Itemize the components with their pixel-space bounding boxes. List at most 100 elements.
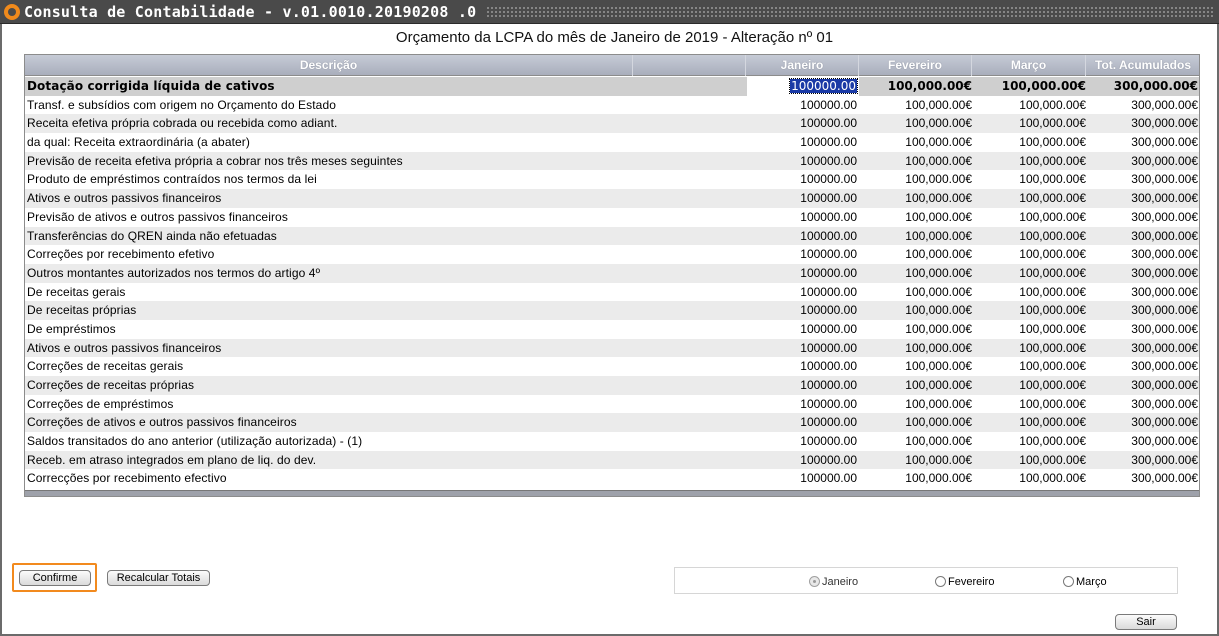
cell-descricao: Previsão de ativos e outros passivos fin… — [27, 209, 288, 224]
table-row[interactable]: Ativos e outros passivos financeiros 1000… — [25, 338, 1199, 358]
cell-tot-acumulados: 300,000.00€ — [1131, 135, 1198, 150]
cell-janeiro[interactable]: 100000.00 — [747, 301, 858, 320]
radio-fevereiro[interactable]: Fevereiro — [935, 575, 994, 589]
table-row[interactable]: Ativos e outros passivos financeiros 1000… — [25, 189, 1199, 208]
cell-fevereiro: 100,000.00€ — [905, 434, 972, 449]
cell-fevereiro: 100,000.00€ — [905, 116, 972, 131]
table-row[interactable]: De empréstimos 100000.00 100,000.00€ 100,00… — [25, 320, 1199, 339]
cell-janeiro[interactable]: 100000.00 — [747, 395, 858, 414]
table-row[interactable]: Correções de ativos e outros passivos fi… — [25, 413, 1199, 433]
column-header-janeiro[interactable]: Janeiro — [746, 55, 859, 76]
cell-janeiro[interactable]: 100000.00 — [747, 469, 858, 488]
cell-marco: 100,000.00€ — [1019, 97, 1086, 112]
table-row[interactable]: Correcções por recebimento efectivo 10000… — [25, 469, 1199, 488]
table-row[interactable]: Correções por recebimento efetivo 100000.… — [25, 245, 1199, 264]
cell-janeiro[interactable]: 100000.00 — [747, 114, 858, 133]
cell-tot-acumulados: 300,000.00€ — [1131, 284, 1198, 299]
cell-tot-acumulados: 300,000.00€ — [1131, 452, 1198, 467]
cell-janeiro[interactable]: 100000.00 — [747, 227, 858, 246]
cell-tot-acumulados: 300,000.00€ — [1131, 415, 1198, 430]
cell-fevereiro: 100,000.00€ — [905, 228, 972, 243]
cell-fevereiro: 100,000.00€ — [905, 209, 972, 224]
table-row[interactable]: Receb. em atraso integrados em plano de … — [25, 450, 1199, 470]
table-row[interactable]: Transf. e subsídios com origem no Orçame… — [25, 96, 1199, 115]
cell-janeiro[interactable]: 100000.00 — [747, 152, 858, 171]
cell-janeiro[interactable]: 100000.00 — [747, 413, 858, 432]
cell-janeiro[interactable]: 100000.00 — [747, 245, 858, 264]
table-row[interactable]: Previsão de receita efetiva própria a co… — [25, 151, 1199, 171]
cell-fevereiro: 100,000.00€ — [905, 135, 972, 150]
cell-marco: 100,000.00€ — [1019, 396, 1086, 411]
table-row[interactable]: Previsão de ativos e outros passivos fin… — [25, 208, 1199, 227]
table-row[interactable]: da qual: Receita extraordinária (a abate… — [25, 133, 1199, 152]
column-header-tot-acumulados[interactable]: Tot. Acumulados — [1086, 55, 1200, 76]
cell-janeiro-editor[interactable]: 100000.00 — [747, 77, 858, 96]
cell-fevereiro: 100,000.00€ — [905, 303, 972, 318]
cell-marco: 100,000.00€ — [1019, 415, 1086, 430]
cell-fevereiro: 100,000.00€ — [905, 415, 972, 430]
confirm-button[interactable]: Confirme — [19, 570, 91, 586]
cell-janeiro[interactable]: 100000.00 — [747, 133, 858, 152]
radio-janeiro[interactable]: Janeiro — [809, 575, 858, 589]
cell-janeiro[interactable]: 100000.00 — [747, 357, 858, 376]
column-header-fevereiro[interactable]: Fevereiro — [859, 55, 972, 76]
title-bar-grip[interactable] — [486, 5, 1213, 18]
cell-tot-acumulados: 300,000.00€ — [1131, 321, 1198, 336]
cell-tot-acumulados: 300,000.00€ — [1131, 209, 1198, 224]
cell-marco: 100,000.00€ — [1019, 228, 1086, 243]
cell-janeiro[interactable]: 100000.00 — [747, 451, 858, 470]
cell-janeiro[interactable]: 100000.00 — [747, 339, 858, 358]
table-row[interactable]: Produto de empréstimos contraídos nos te… — [25, 170, 1199, 189]
cell-fevereiro: 100,000.00€ — [905, 284, 972, 299]
table-row[interactable]: Transferências do QREN ainda não efetuad… — [25, 226, 1199, 246]
cell-marco: 100,000.00€ — [1019, 209, 1086, 224]
table-row[interactable]: Saldos transitados do ano anterior (util… — [25, 432, 1199, 451]
column-header-marco[interactable]: Março — [972, 55, 1086, 76]
selected-text[interactable]: 100000.00 — [789, 78, 858, 94]
cell-descricao: Receita efetiva própria cobrada ou receb… — [27, 116, 338, 131]
table-row[interactable]: Correções de receitas próprias 100000.00 1… — [25, 376, 1199, 395]
cell-descricao: Ativos e outros passivos financeiros — [27, 340, 222, 355]
cell-janeiro[interactable]: 100000.00 — [747, 208, 858, 227]
table-row[interactable]: Correções de empréstimos 100000.00 100,000… — [25, 395, 1199, 414]
cell-janeiro[interactable]: 100000.00 — [747, 320, 858, 339]
table-row[interactable]: De receitas próprias 100000.00 100,000.00€… — [25, 301, 1199, 320]
cell-descricao: Correções de ativos e outros passivos fi… — [27, 415, 297, 430]
cell-janeiro[interactable]: 100000.00 — [747, 96, 858, 115]
cell-marco: 100,000.00€ — [1019, 378, 1086, 392]
cell-marco: 100,000.00€ — [1019, 434, 1086, 449]
cell-fevereiro: 100,000.00€ — [905, 452, 972, 467]
table-row[interactable]: De receitas gerais 100000.00 100,000.00€ 10… — [25, 283, 1199, 302]
table-row[interactable]: Correções de receitas gerais 100000.00 100… — [25, 357, 1199, 376]
cell-descricao: Ativos e outros passivos financeiros — [27, 191, 222, 206]
cell-janeiro[interactable]: 100000.00 — [747, 264, 858, 283]
cell-tot-acumulados: 300,000.00€ — [1131, 303, 1198, 318]
cell-descricao: Dotação corrigida líquida de cativos — [27, 79, 275, 93]
cell-janeiro[interactable]: 100000.00 — [747, 376, 858, 395]
grid-horizontal-scrollbar[interactable] — [25, 490, 1199, 496]
radio-marco[interactable]: Março — [1063, 575, 1107, 589]
recalculate-totals-button[interactable]: Recalcular Totais — [107, 570, 210, 586]
column-header-descricao[interactable]: Descrição — [25, 55, 633, 76]
cell-marco: 100,000.00€ — [1019, 452, 1086, 467]
cell-fevereiro: 100,000.00€ — [887, 79, 972, 93]
cell-janeiro[interactable]: 100000.00 — [747, 170, 858, 189]
table-row[interactable]: Dotação corrigida líquida de cativos 1000… — [25, 77, 1199, 96]
title-bar[interactable]: Consulta de Contabilidade - v.01.0010.20… — [0, 0, 1219, 24]
cell-janeiro[interactable]: 100000.00 — [747, 432, 858, 451]
cell-descricao: Produto de empréstimos contraídos nos te… — [27, 172, 317, 187]
cell-marco: 100,000.00€ — [1019, 265, 1086, 280]
cell-descricao: Previsão de receita efetiva própria a co… — [27, 153, 403, 168]
exit-button[interactable]: Sair — [1115, 614, 1177, 630]
cell-descricao: De empréstimos — [27, 321, 116, 336]
table-row[interactable]: Receita efetiva própria cobrada ou receb… — [25, 114, 1199, 134]
month-selector: Janeiro Fevereiro Março — [674, 567, 1178, 594]
cell-descricao: De receitas próprias — [27, 303, 137, 318]
cell-descricao: Outros montantes autorizados nos termos … — [27, 265, 321, 280]
cell-marco: 100,000.00€ — [1019, 172, 1086, 187]
cell-janeiro[interactable]: 100000.00 — [747, 189, 858, 208]
table-row[interactable]: Outros montantes autorizados nos termos … — [25, 263, 1199, 283]
cell-janeiro[interactable]: 100000.00 — [747, 283, 858, 302]
cell-marco: 100,000.00€ — [1019, 284, 1086, 299]
cell-tot-acumulados: 300,000.00€ — [1131, 378, 1198, 392]
